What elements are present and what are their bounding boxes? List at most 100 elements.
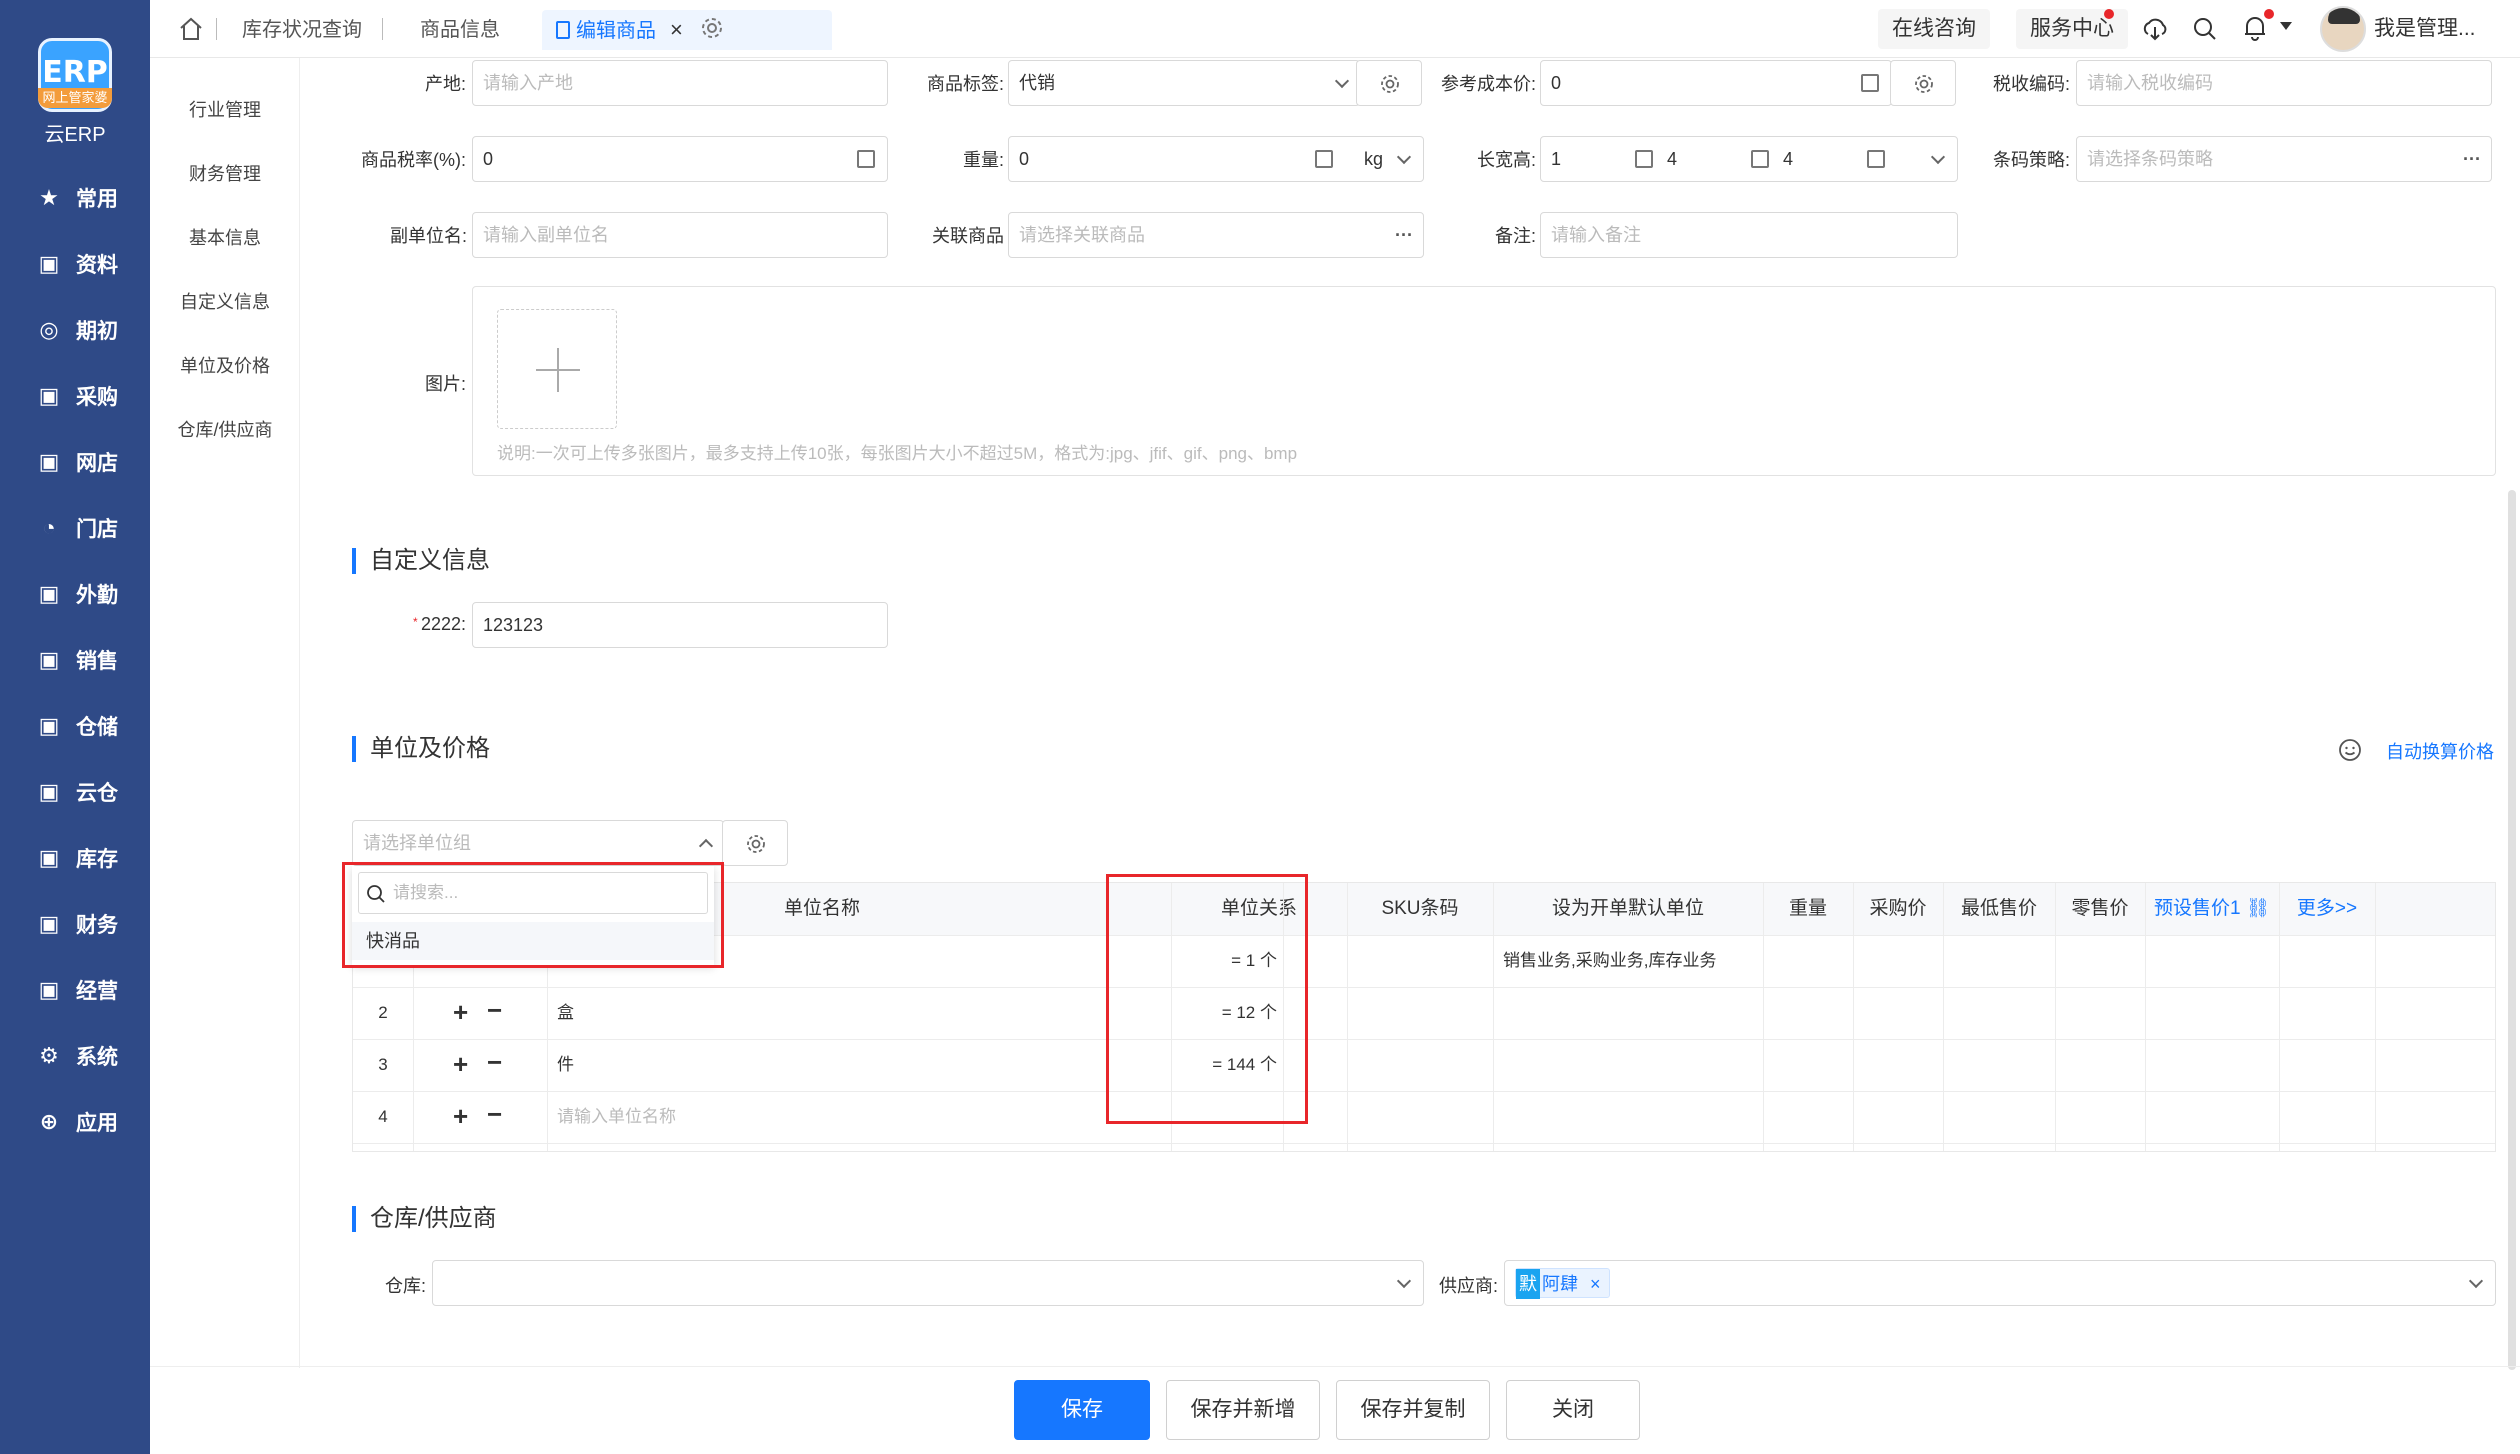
- online-consult-link[interactable]: 在线咨询: [1878, 9, 1990, 49]
- row3-name[interactable]: 件: [557, 1039, 574, 1091]
- calculator-icon: [1751, 150, 1769, 168]
- weight-unit[interactable]: kg: [1364, 137, 1383, 181]
- row2-add-icon[interactable]: +: [453, 997, 468, 1028]
- nav-item-label: 应用: [76, 1112, 118, 1135]
- search-icon[interactable]: [2190, 14, 2220, 44]
- target-icon: ◎: [39, 317, 59, 342]
- height-value[interactable]: 4: [1783, 137, 1793, 181]
- nav-item-label: 经营: [76, 980, 118, 1003]
- tab-edit-product[interactable]: 编辑商品 ×: [542, 10, 832, 50]
- nav-item-9[interactable]: ▣ 云仓: [36, 772, 118, 812]
- tag-label: 商品标签:: [926, 74, 1004, 94]
- weight-label: 重量:: [962, 150, 1004, 170]
- weight-input[interactable]: 0 kg: [1008, 136, 1424, 182]
- width-value[interactable]: 4: [1667, 137, 1677, 181]
- dims-input[interactable]: 1 4 4: [1540, 136, 1958, 182]
- save-new-button[interactable]: 保存并新增: [1166, 1380, 1320, 1440]
- length-value[interactable]: 1: [1551, 137, 1561, 181]
- row4-add-icon[interactable]: +: [453, 1101, 468, 1132]
- barcode-select[interactable]: 请选择条码策略 ···: [2076, 136, 2492, 182]
- tab-inventory-status[interactable]: 库存状况查询: [242, 10, 362, 50]
- caret-down-icon[interactable]: [2280, 22, 2292, 30]
- close-tab-icon[interactable]: ×: [670, 17, 683, 42]
- nav-item-10[interactable]: ▣ 库存: [36, 838, 118, 878]
- tax-code-input[interactable]: 请输入税收编码: [2076, 60, 2492, 106]
- close-button[interactable]: 关闭: [1506, 1380, 1640, 1440]
- nav-item-4[interactable]: ▣ 网店: [36, 442, 118, 482]
- nav-item-12[interactable]: ▣ 经营: [36, 970, 118, 1010]
- nav-item-11[interactable]: ▣ 财务: [36, 904, 118, 944]
- auto-price-link[interactable]: 自动换算价格: [2386, 738, 2494, 764]
- section-nav-item-0[interactable]: 行业管理: [150, 96, 300, 122]
- tax-rate-input[interactable]: 0: [472, 136, 888, 182]
- nav-item-6[interactable]: ▣ 外勤: [36, 574, 118, 614]
- col-header-preset-price[interactable]: 预设售价1 ⛓: [2145, 883, 2279, 935]
- tab-settings-icon[interactable]: [700, 16, 724, 40]
- home-icon[interactable]: [178, 16, 204, 42]
- section-nav-item-3[interactable]: 自定义信息: [150, 288, 300, 314]
- supplier-select[interactable]: 默阿肆 ×: [1504, 1260, 2496, 1306]
- unit-group-select[interactable]: 请选择单位组: [352, 820, 724, 866]
- gear-icon: [1915, 75, 1933, 93]
- image-note: 说明:一次可上传多张图片，最多支持上传10张，每张图片大小不超过5M，格式为:j…: [497, 444, 1298, 463]
- unit-group-settings-button[interactable]: [722, 820, 788, 866]
- row2-remove-icon[interactable]: −: [487, 995, 502, 1026]
- row2-name[interactable]: 盒: [557, 987, 574, 1039]
- nav-item-3[interactable]: ▣ 采购: [36, 376, 118, 416]
- bell-dot: [2264, 9, 2274, 19]
- tag-settings-button[interactable]: [1356, 60, 1422, 106]
- chevron-down-icon: [1334, 73, 1350, 89]
- chevron-down-icon: [1396, 1273, 1412, 1289]
- origin-input[interactable]: 请输入产地: [472, 60, 888, 106]
- related-select[interactable]: 请选择关联商品 ···: [1008, 212, 1424, 258]
- subunit-input[interactable]: 请输入副单位名: [472, 212, 888, 258]
- col-header-more[interactable]: 更多>>: [2279, 883, 2375, 935]
- cost-input[interactable]: 0: [1540, 60, 1892, 106]
- supplier-tag[interactable]: 默阿肆 ×: [1515, 1268, 1610, 1299]
- scrollbar[interactable]: [2508, 490, 2516, 1370]
- warehouse-icon: ▣: [38, 713, 60, 738]
- smile-icon[interactable]: [2338, 738, 2362, 762]
- section-nav-item-4[interactable]: 单位及价格: [150, 352, 300, 378]
- nav-item-8[interactable]: ▣ 仓储: [36, 706, 118, 746]
- file-icon: [556, 21, 570, 39]
- row4-name-input[interactable]: 请输入单位名称: [557, 1091, 676, 1143]
- nav-item-1[interactable]: ▣ 资料: [36, 244, 118, 284]
- nav-item-5[interactable]: ◔ 门店: [36, 508, 118, 548]
- row1-default[interactable]: 销售业务,采购业务,库存业务: [1503, 935, 1716, 987]
- highlight-unit-group: [342, 862, 724, 968]
- row3-add-icon[interactable]: +: [453, 1049, 468, 1080]
- tax-rate-label: 商品税率(%):: [361, 150, 466, 170]
- nav-item-0[interactable]: ★ 常用: [36, 178, 118, 218]
- save-button[interactable]: 保存: [1014, 1380, 1150, 1440]
- download-icon[interactable]: [2140, 14, 2170, 44]
- avatar[interactable]: [2320, 6, 2366, 52]
- cost-settings-button[interactable]: [1890, 60, 1956, 106]
- custom-field-input[interactable]: 123123: [472, 602, 888, 648]
- user-name[interactable]: 我是管理...: [2374, 9, 2476, 49]
- highlight-unit-relation: [1106, 874, 1308, 1124]
- nav-item-13[interactable]: ⚙ 系统: [36, 1036, 118, 1076]
- nav-item-14[interactable]: ⊕ 应用: [36, 1102, 118, 1142]
- nav-item-2[interactable]: ◎ 期初: [36, 310, 118, 350]
- warehouse-select[interactable]: [432, 1260, 1424, 1306]
- col-header-purchase-price: 采购价: [1853, 883, 1943, 935]
- section-nav-item-5[interactable]: 仓库/供应商: [150, 416, 300, 442]
- nav-item-label: 资料: [76, 254, 118, 277]
- nav-item-7[interactable]: ▣ 销售: [36, 640, 118, 680]
- section-nav-item-1[interactable]: 财务管理: [150, 160, 300, 186]
- row3-no: 3: [378, 1055, 388, 1074]
- remove-tag-icon[interactable]: ×: [1590, 1274, 1601, 1294]
- business-icon: ▣: [38, 977, 60, 1002]
- remark-input[interactable]: 请输入备注: [1540, 212, 1958, 258]
- tab-product-info[interactable]: 商品信息: [420, 10, 500, 50]
- row4-remove-icon[interactable]: −: [487, 1099, 502, 1130]
- upload-image-button[interactable]: [497, 309, 617, 429]
- nav-item-label: 外勤: [76, 584, 118, 607]
- row3-remove-icon[interactable]: −: [487, 1047, 502, 1078]
- section-nav-item-2[interactable]: 基本信息: [150, 224, 300, 250]
- dims-label: 长宽高:: [1476, 150, 1536, 170]
- related-label: 关联商品: [932, 226, 1004, 246]
- tag-select[interactable]: 代销: [1008, 60, 1360, 106]
- save-copy-button[interactable]: 保存并复制: [1336, 1380, 1490, 1440]
